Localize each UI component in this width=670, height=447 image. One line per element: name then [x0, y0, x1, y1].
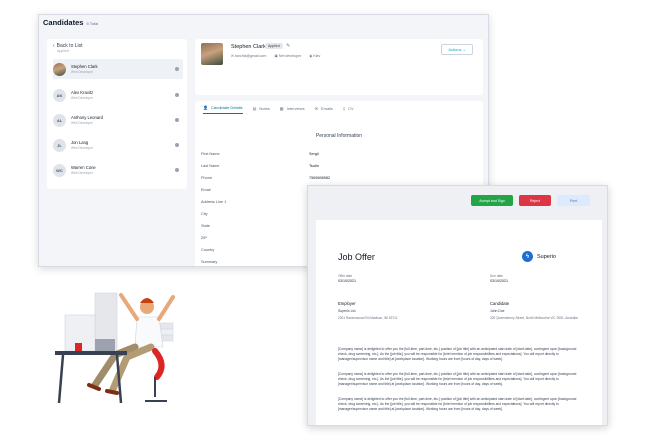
profile-meta: ✉ tunchik@gmail.com ▣ Net developer ◉ Ki… [231, 54, 320, 58]
employer-address: 2301 Ravenswood Rd Madison, WI 53711 [338, 316, 398, 320]
status-dot [175, 168, 179, 172]
field-label: Address Line 1 [201, 200, 227, 204]
field-value: Sergii [309, 152, 319, 156]
accept-and-sign-button[interactable]: Accept and Sign [471, 195, 513, 206]
avatar: AK [53, 88, 66, 102]
employer-block: Employer Superio Ltd. 2301 Ravenswood Rd… [338, 301, 448, 320]
due-date-block: Due date 03/10/2021 [490, 274, 508, 283]
calendar-icon: ▦ [279, 105, 284, 111]
candidate-role: Web Developer [71, 121, 93, 125]
offer-date-value: 03/10/2021 [338, 279, 356, 283]
logo-text: Superio [537, 253, 556, 260]
tab-candidate-details[interactable]: 👤 Candidate Details [203, 105, 243, 114]
avatar [53, 62, 66, 76]
status-dot [175, 67, 179, 71]
list-item[interactable]: JL Jon Lang Web Developer [53, 135, 183, 155]
list-item[interactable]: AL Anthony Leonard Web Developer [53, 110, 183, 130]
profile-position: ▣ Net developer [274, 54, 302, 58]
user-icon: 👤 [203, 105, 208, 110]
profile-location: ◉ Kiev [309, 54, 321, 58]
tab-notes[interactable]: ▤ Notes [253, 105, 270, 114]
field-label: State [201, 224, 210, 228]
profile-photo [201, 43, 223, 65]
candidate-name: Anthony Leonard [71, 115, 103, 120]
candidate-name: Alex Kravitz [71, 90, 94, 95]
avatar: JL [53, 138, 66, 152]
job-offer-window: Accept and Sign Reject Print Job Offer ϟ… [307, 185, 608, 426]
candidate-list: ‹ Back to List Applied Stephen Clark Web… [47, 39, 187, 189]
candidate-name: John Doe [490, 309, 505, 313]
candidate-name: Warren Cone [71, 165, 96, 170]
list-item[interactable]: Stephen Clark Web Developer [53, 59, 183, 79]
field-value: Tsutin [309, 164, 319, 168]
offer-document: Job Offer ϟ Superio Offer date 03/10/202… [316, 220, 602, 425]
candidate-profile-header: Stephen Clark Applied ✎ ✉ tunchik@gmail.… [195, 39, 483, 95]
candidate-address: 329 Queensberry Street, North Melbourne … [490, 316, 578, 320]
candidates-header: Candidates 5 Total [39, 15, 488, 33]
field-label: Last Name [201, 164, 220, 168]
offer-paragraph: [Company name] is delighted to offer you… [338, 372, 577, 387]
field-label: First Name [201, 152, 220, 156]
candidate-name: Stephen Clark [71, 64, 98, 69]
field-label: Summary [201, 260, 218, 264]
tab-cv[interactable]: ▯ CV [343, 105, 354, 114]
list-item[interactable]: WC Warren Cone Web Developer [53, 160, 183, 180]
company-logo: ϟ Superio [522, 251, 556, 262]
offer-paragraph: [Company name] is delighted to offer you… [338, 397, 577, 412]
chevron-down-icon: ⌄ [462, 47, 466, 52]
mail-icon: ✉ [314, 105, 318, 111]
status-badge: Applied [265, 43, 283, 49]
due-date-label: Due date [490, 274, 503, 278]
candidate-role: Web Developer [71, 171, 93, 175]
page-title: Candidates [43, 18, 84, 27]
status-dot [175, 118, 179, 122]
employer-heading: Employer [338, 301, 356, 306]
candidates-count: 5 Total [86, 21, 99, 26]
list-stage-label: Applied [57, 49, 69, 53]
reject-button[interactable]: Reject [519, 195, 551, 206]
candidate-name: Jon Lang [71, 140, 89, 145]
candidate-heading: Candidate [490, 301, 510, 306]
print-button[interactable]: Print [557, 195, 590, 206]
tab-interviews[interactable]: ▦ Interviews [280, 105, 305, 114]
candidate-role: Web Developer [71, 146, 93, 150]
actions-button[interactable]: Actions ⌄ [441, 44, 473, 55]
note-icon: ▤ [252, 105, 257, 111]
document-title: Job Offer [338, 252, 375, 262]
offer-date-label: Offer date [338, 274, 353, 278]
profile-name: Stephen Clark [231, 44, 266, 50]
status-dot [175, 143, 179, 147]
field-value: 7565698982 [309, 176, 331, 180]
status-dot [175, 93, 179, 97]
section-title: Personal Information [315, 133, 363, 139]
offer-date-block: Offer date 03/10/2021 [338, 274, 356, 283]
list-item[interactable]: AK Alex Kravitz Web Developer [53, 85, 183, 105]
field-label: Email [201, 188, 211, 192]
tab-emails[interactable]: ✉ Emails [315, 105, 333, 114]
candidate-role: Web Developer [71, 70, 93, 74]
field-label: Phone [201, 176, 212, 180]
lightning-icon: ϟ [522, 251, 533, 262]
profile-email: ✉ tunchik@gmail.com [231, 54, 267, 58]
field-label: ZIP [201, 236, 207, 240]
tab-bar: 👤 Candidate Details ▤ Notes ▦ Interviews ✉ E… [203, 105, 354, 114]
offer-paragraph: [Company name] is delighted to offer you… [338, 347, 577, 362]
file-icon: ▯ [342, 105, 346, 111]
person-at-desk-illustration [55, 292, 175, 404]
employer-name: Superio Ltd. [338, 309, 357, 313]
avatar: AL [53, 113, 66, 127]
due-date-value: 03/10/2021 [490, 279, 508, 283]
candidate-block: Candidate John Doe 329 Queensberry Stree… [490, 301, 600, 320]
field-label: City [201, 212, 208, 216]
candidate-role: Web Developer [71, 96, 93, 100]
field-label: Country [201, 248, 215, 252]
chevron-left-icon: ‹ [53, 43, 55, 49]
pencil-icon[interactable]: ✎ [286, 43, 290, 49]
avatar: WC [53, 163, 66, 177]
